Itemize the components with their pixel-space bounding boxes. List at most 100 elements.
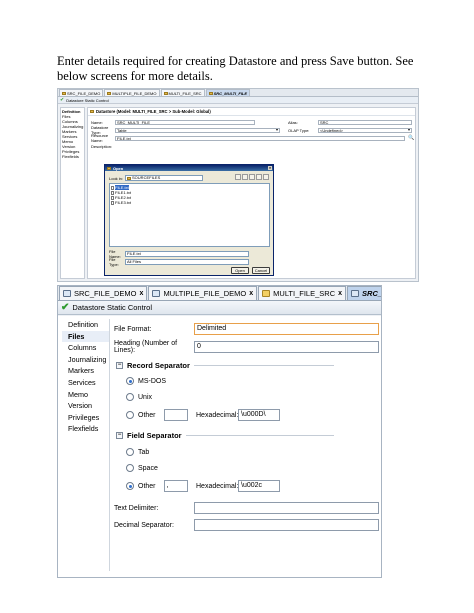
check-icon[interactable]: ✔ [61, 302, 69, 313]
radio-icon[interactable] [126, 482, 134, 490]
record-separator-section: − Record Separator [116, 361, 334, 370]
text-delimiter-field[interactable] [194, 502, 379, 514]
nav-item-columns[interactable]: Columns [62, 342, 109, 354]
text-delimiter-label: Text Delimiter: [114, 504, 159, 512]
tab-multi-file-src[interactable]: MULTI_FILE_SRC x [258, 286, 347, 300]
decimal-separator-label: Decimal Separator: [114, 521, 174, 529]
datastore-icon [62, 91, 66, 95]
close-icon[interactable]: x [338, 290, 342, 297]
olap-type-select[interactable]: <Undefined> [318, 127, 412, 133]
datastore-icon [351, 290, 360, 297]
record-unix-option[interactable]: Unix [126, 393, 152, 401]
datastore-icon [63, 290, 71, 297]
datastore-header: Datastore (Model: MULTI_FILE_SRC > Sub-M… [88, 108, 415, 116]
field-space-option[interactable]: Space [126, 464, 158, 472]
intro-paragraph: Enter details required for creating Data… [57, 54, 414, 83]
datastore-type-select[interactable]: Table [115, 127, 280, 133]
file-icon [111, 185, 114, 190]
field-separator-section: − Field Separator [116, 431, 334, 440]
file-type-row: File Type: All Files [109, 257, 249, 267]
file-icon [111, 200, 114, 205]
record-hex-label: Hexadecimal: [196, 411, 239, 419]
record-hex-field[interactable]: \u000D\ [238, 409, 280, 421]
look-in-row: Look in: SOURCEFILES [109, 175, 204, 181]
decimal-separator-field[interactable] [194, 519, 379, 531]
datastore-nav: Definition Files Columns Journalizing Ma… [62, 319, 110, 571]
tab-multiple-file-demo[interactable]: MULTIPLE_FILE_DEMO [104, 89, 160, 96]
name-label: Name: [91, 119, 103, 125]
file-format-select[interactable]: Delimited [194, 323, 379, 335]
look-in-select[interactable]: SOURCEFILES [125, 175, 204, 181]
radio-icon[interactable] [126, 393, 134, 401]
editor-tab-bar: SRC_FILE_DEMO x MULTIPLE_FILE_DEMO x MUL… [58, 286, 381, 301]
tab-src-file-demo[interactable]: SRC_FILE_DEMO [59, 89, 104, 96]
field-other-option[interactable]: Other , [126, 480, 188, 492]
close-icon[interactable]: × [268, 166, 272, 170]
section-divider [193, 365, 334, 366]
radio-icon[interactable] [126, 448, 134, 456]
tab-multi-file-src[interactable]: MULTI_FILE_SRC [160, 89, 205, 96]
up-folder-icon[interactable] [235, 174, 241, 180]
datastore-icon [107, 91, 112, 95]
section-divider [185, 435, 334, 436]
folder-icon [127, 176, 132, 180]
file-list: FILE.txt FILE1.txt FILE2.txt FILE3.txt [109, 183, 270, 247]
home-icon[interactable] [242, 174, 248, 180]
check-icon[interactable]: ✔ [60, 97, 64, 103]
resource-name-field[interactable]: FILE.txt [115, 135, 405, 141]
nav-item-memo[interactable]: Memo [62, 389, 109, 401]
nav-item-journalizing[interactable]: Journalizing [62, 354, 109, 366]
open-button[interactable]: Open [231, 267, 249, 274]
close-icon[interactable]: x [249, 290, 253, 297]
field-other-field[interactable]: , [163, 480, 188, 492]
heading-lines-field[interactable]: 0 [194, 341, 379, 353]
description-label: Description: [91, 143, 113, 149]
record-ms-dos-option[interactable]: MS-DOS [126, 377, 166, 385]
app-icon [107, 166, 111, 170]
datastore-icon [208, 91, 213, 95]
close-icon[interactable]: x [140, 290, 144, 297]
nav-item-files[interactable]: Files [62, 330, 109, 343]
nav-item-services[interactable]: Services [62, 377, 109, 389]
tab-src-file-demo[interactable]: SRC_FILE_DEMO x [59, 286, 148, 300]
new-folder-icon[interactable] [249, 174, 255, 180]
olap-type-label: OLAP Type: [288, 127, 310, 133]
tab-multiple-file-demo[interactable]: MULTIPLE_FILE_DEMO x [148, 286, 258, 300]
nav-item-flexfields[interactable]: Flexfields [62, 154, 83, 159]
nav-item-definition[interactable]: Definition [62, 319, 109, 331]
record-other-field[interactable] [163, 409, 188, 421]
radio-icon[interactable] [126, 464, 134, 472]
editor-tab-bar: SRC_FILE_DEMO MULTIPLE_FILE_DEMO MULTI_F… [58, 89, 418, 97]
field-hex-label: Hexadecimal: [196, 482, 239, 490]
list-item[interactable]: FILE3.txt [111, 200, 268, 205]
file-type-select[interactable]: All Files [125, 259, 249, 265]
files-panel: File Format: Delimited Heading (Number o… [112, 319, 379, 571]
datastore-icon [152, 290, 161, 297]
file-icon [111, 190, 114, 195]
alias-label: Alias: [288, 119, 298, 125]
dialog-toolbar [235, 174, 269, 180]
dialog-title-bar: Open × [105, 165, 273, 171]
field-tab-option[interactable]: Tab [126, 448, 149, 456]
nav-item-privileges[interactable]: Privileges [62, 412, 109, 424]
alias-field[interactable]: SRC [318, 119, 412, 125]
tab-src-multi-file[interactable]: SRC_MULTI_FILE x [347, 286, 381, 300]
search-icon[interactable]: 🔍 [408, 135, 414, 141]
details-view-icon[interactable] [263, 174, 269, 180]
nav-item-flexfields[interactable]: Flexfields [62, 423, 109, 435]
list-view-icon[interactable] [256, 174, 262, 180]
collapse-icon[interactable]: − [116, 362, 123, 369]
heading-lines-label: Heading (Number of Lines): [114, 340, 178, 354]
datastore-icon [90, 110, 94, 113]
radio-icon[interactable] [126, 411, 134, 419]
name-field[interactable]: SRC_MULTI_FILE [115, 119, 255, 125]
field-hex-field[interactable]: \u002c [238, 480, 280, 492]
nav-item-version[interactable]: Version [62, 400, 109, 412]
folder-icon [262, 290, 271, 297]
record-other-option[interactable]: Other [126, 409, 188, 421]
cancel-button[interactable]: Cancel [252, 267, 270, 274]
tab-src-multi-file[interactable]: SRC_MULTI_FILE [205, 89, 251, 96]
collapse-icon[interactable]: − [116, 432, 123, 439]
radio-icon[interactable] [126, 377, 134, 385]
nav-item-markers[interactable]: Markers [62, 365, 109, 377]
